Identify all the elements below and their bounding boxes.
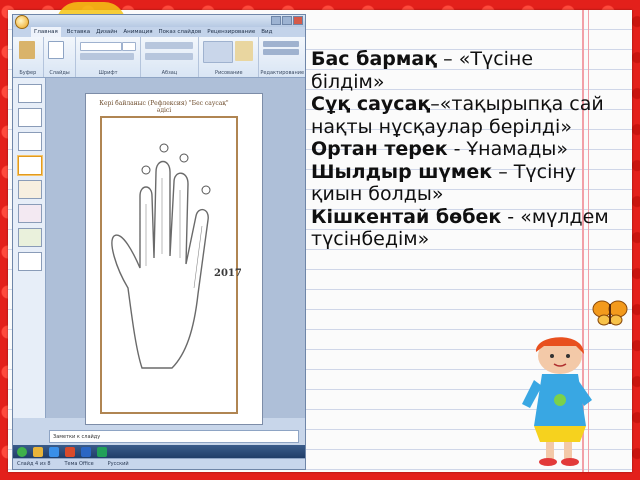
reflection-item-thumb: Бас бармақ – «Түсіне білдім» — [311, 48, 611, 93]
slide-thumbnail[interactable] — [18, 108, 42, 127]
ribbon-group-drawing: Рисование — [199, 37, 260, 77]
tab-slideshow[interactable]: Показ слайдов — [159, 27, 202, 37]
slide-thumbnail[interactable] — [18, 228, 42, 247]
status-slide-count: Слайд 4 из 8 — [17, 461, 51, 467]
ribbon-group-label: Слайды — [49, 70, 70, 76]
finger-label: Сұқ саусақ — [311, 93, 431, 115]
tab-animation[interactable]: Анимация — [123, 27, 152, 37]
shapes-gallery[interactable] — [203, 41, 234, 63]
ribbon-group-label: Редактирование — [260, 70, 305, 76]
list-buttons[interactable] — [144, 42, 193, 49]
slide-thumbnail[interactable] — [18, 204, 42, 223]
slide-thumbnail-selected[interactable] — [18, 156, 42, 175]
slide-title: Кері байланыс (Рефлексия) "Бес саусақ" ә… — [99, 100, 229, 114]
finger-meaning: Ұнамады» — [466, 138, 568, 160]
tab-view[interactable]: Вид — [261, 27, 272, 37]
ribbon-group-label: Абзац — [161, 70, 178, 76]
hand-outline-icon — [111, 143, 211, 369]
slide-thumbnail[interactable] — [18, 180, 42, 199]
slide-thumbnails-pane — [13, 78, 46, 418]
font-format-buttons[interactable] — [80, 53, 135, 60]
word-icon[interactable] — [81, 447, 91, 457]
find-button[interactable] — [263, 41, 300, 47]
tab-insert[interactable]: Вставка — [67, 27, 90, 37]
office-button-icon[interactable] — [15, 15, 29, 29]
status-theme: Тема Office — [64, 461, 94, 467]
separator: – — [437, 48, 459, 70]
close-icon[interactable] — [293, 16, 303, 25]
powerpoint-icon[interactable] — [65, 447, 75, 457]
ribbon-group-label: Буфер — [19, 70, 37, 76]
slide-thumbnail[interactable] — [18, 132, 42, 151]
font-size-select[interactable] — [122, 42, 137, 51]
ribbon-group-editing: Редактирование — [259, 37, 305, 77]
ribbon-tabs: Главная Вставка Дизайн Анимация Показ сл… — [13, 27, 305, 37]
cartoon-girl-icon — [522, 337, 592, 466]
butterfly-icon — [592, 300, 628, 326]
paste-icon[interactable] — [19, 41, 35, 59]
ribbon-group-label: Шрифт — [98, 70, 118, 76]
browser-icon[interactable] — [49, 447, 59, 457]
tab-review[interactable]: Рецензирование — [207, 27, 255, 37]
start-button-icon[interactable] — [17, 447, 27, 457]
font-name-select[interactable] — [80, 42, 123, 51]
ribbon: Буфер Слайды Шрифт Абзац Рисование Редак… — [13, 37, 305, 78]
presentation-app-screenshot: Главная Вставка Дизайн Анимация Показ сл… — [12, 14, 306, 470]
quick-styles-icon[interactable] — [235, 41, 254, 61]
align-buttons[interactable] — [144, 53, 193, 60]
tab-design[interactable]: Дизайн — [96, 27, 117, 37]
finger-label: Кішкентай бөбек — [311, 205, 502, 228]
excel-icon[interactable] — [97, 447, 107, 457]
window-controls — [271, 16, 303, 25]
app-titlebar — [13, 15, 305, 29]
separator: - — [501, 205, 521, 228]
explorer-icon[interactable] — [33, 447, 43, 457]
ribbon-group-font: Шрифт — [76, 37, 141, 77]
reflection-text-panel: Бас бармақ – «Түсіне білдім» Сұқ саусақ–… — [311, 48, 611, 251]
hand-diagram-frame: 2017 — [100, 116, 242, 414]
reflection-item-index: Сұқ саусақ–«тақырыпқа сай нақты нұсқаула… — [311, 93, 611, 138]
separator: – — [430, 93, 440, 115]
ribbon-group-slides: Слайды — [44, 37, 77, 77]
finger-label: Бас бармақ — [311, 48, 438, 70]
slide-year-label: 2017 — [214, 268, 242, 279]
separator: - — [447, 138, 467, 160]
replace-button[interactable] — [263, 49, 300, 55]
minimize-icon[interactable] — [271, 16, 281, 25]
ribbon-group-label: Рисование — [214, 70, 243, 76]
slide-vertical-caption — [244, 118, 252, 404]
maximize-icon[interactable] — [282, 16, 292, 25]
slide-thumbnail[interactable] — [18, 84, 42, 103]
finger-label: Шылдыр шүмек — [311, 160, 493, 183]
reflection-item-pinky: Кішкентай бөбек - «мүлдем түсінбедім» — [311, 206, 611, 251]
reflection-item-ring: Шылдыр шүмек – Түсіну қиын болды» — [311, 161, 611, 206]
slide-notes-field[interactable]: Заметки к слайду — [49, 430, 299, 443]
ribbon-group-clipboard: Буфер — [13, 37, 44, 77]
tab-home[interactable]: Главная — [31, 27, 61, 37]
status-bar: Слайд 4 из 8 Тема Office Русский — [13, 458, 305, 469]
windows-taskbar — [13, 445, 305, 459]
reflection-item-middle: Ортан терек - Ұнамады» — [311, 138, 611, 161]
slide-thumbnail[interactable] — [18, 252, 42, 271]
finger-label: Ортан терек — [311, 138, 448, 160]
new-slide-icon[interactable] — [47, 41, 64, 59]
ribbon-group-paragraph: Абзац — [141, 37, 200, 77]
current-slide[interactable]: Кері байланыс (Рефлексия) "Бес саусақ" ә… — [85, 93, 263, 425]
status-language: Русский — [107, 461, 129, 467]
separator: – — [492, 160, 514, 183]
